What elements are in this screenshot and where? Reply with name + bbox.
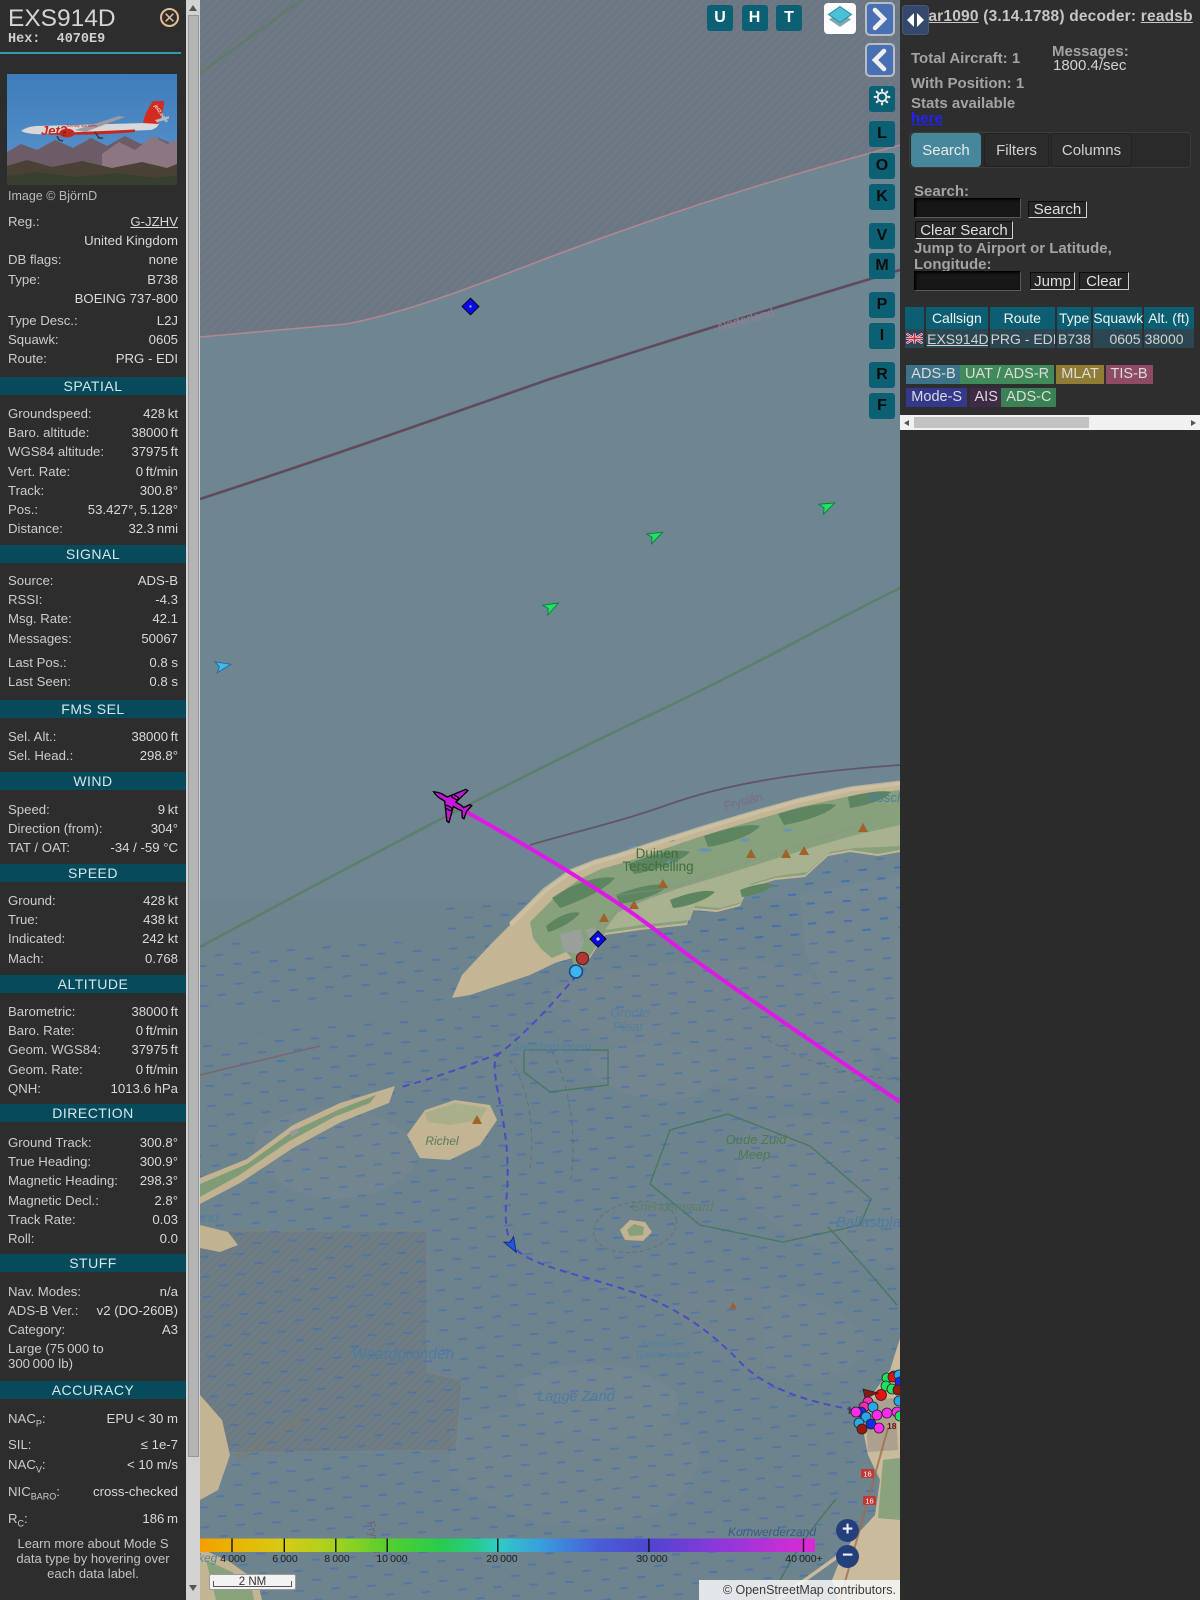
svg-text:Tjaars-plaat: Tjaars-plaat (634, 1349, 691, 1361)
svg-text:Boschp: Boschp (868, 790, 900, 805)
svg-text:Ballastpla: Ballastpla (836, 1214, 900, 1231)
svg-text:16: 16 (865, 1497, 873, 1506)
svg-text:8 000: 8 000 (324, 1553, 350, 1565)
svg-text:Lange Zand: Lange Zand (537, 1389, 615, 1405)
svg-text:Terschelling: Terschelling (622, 859, 693, 874)
svg-text:Grienderwaard: Grienderwaard (631, 1200, 715, 1214)
svg-text:4 000: 4 000 (220, 1553, 246, 1565)
svg-text:20 000: 20 000 (486, 1553, 517, 1565)
svg-text:Jet2: Jet2 (41, 123, 68, 138)
svg-text:Richel: Richel (425, 1134, 459, 1148)
svg-text:6 000: 6 000 (272, 1553, 298, 1565)
svg-text:30 000: 30 000 (636, 1553, 667, 1565)
svg-text:Oude Zuid: Oude Zuid (726, 1132, 787, 1147)
svg-text:Kornwerderzand: Kornwerderzand (728, 1525, 816, 1539)
svg-text:Jacobsruggen: Jacobsruggen (512, 1040, 592, 1054)
svg-text:Groote: Groote (610, 1005, 650, 1020)
svg-text:friendly low fares: friendly low fares (67, 123, 97, 128)
svg-text:18: 18 (887, 1421, 897, 1431)
svg-text:and: and (200, 1210, 219, 1225)
svg-text:Meep: Meep (738, 1147, 771, 1162)
svg-text:rkeg: rkeg (200, 1551, 218, 1565)
svg-text:40 000+: 40 000+ (785, 1553, 822, 1565)
svg-text:Waardgronden: Waardgronden (352, 1346, 454, 1363)
svg-text:Plaat: Plaat (613, 1019, 644, 1034)
svg-text:16: 16 (863, 1470, 871, 1479)
svg-text:10 000: 10 000 (376, 1553, 407, 1565)
